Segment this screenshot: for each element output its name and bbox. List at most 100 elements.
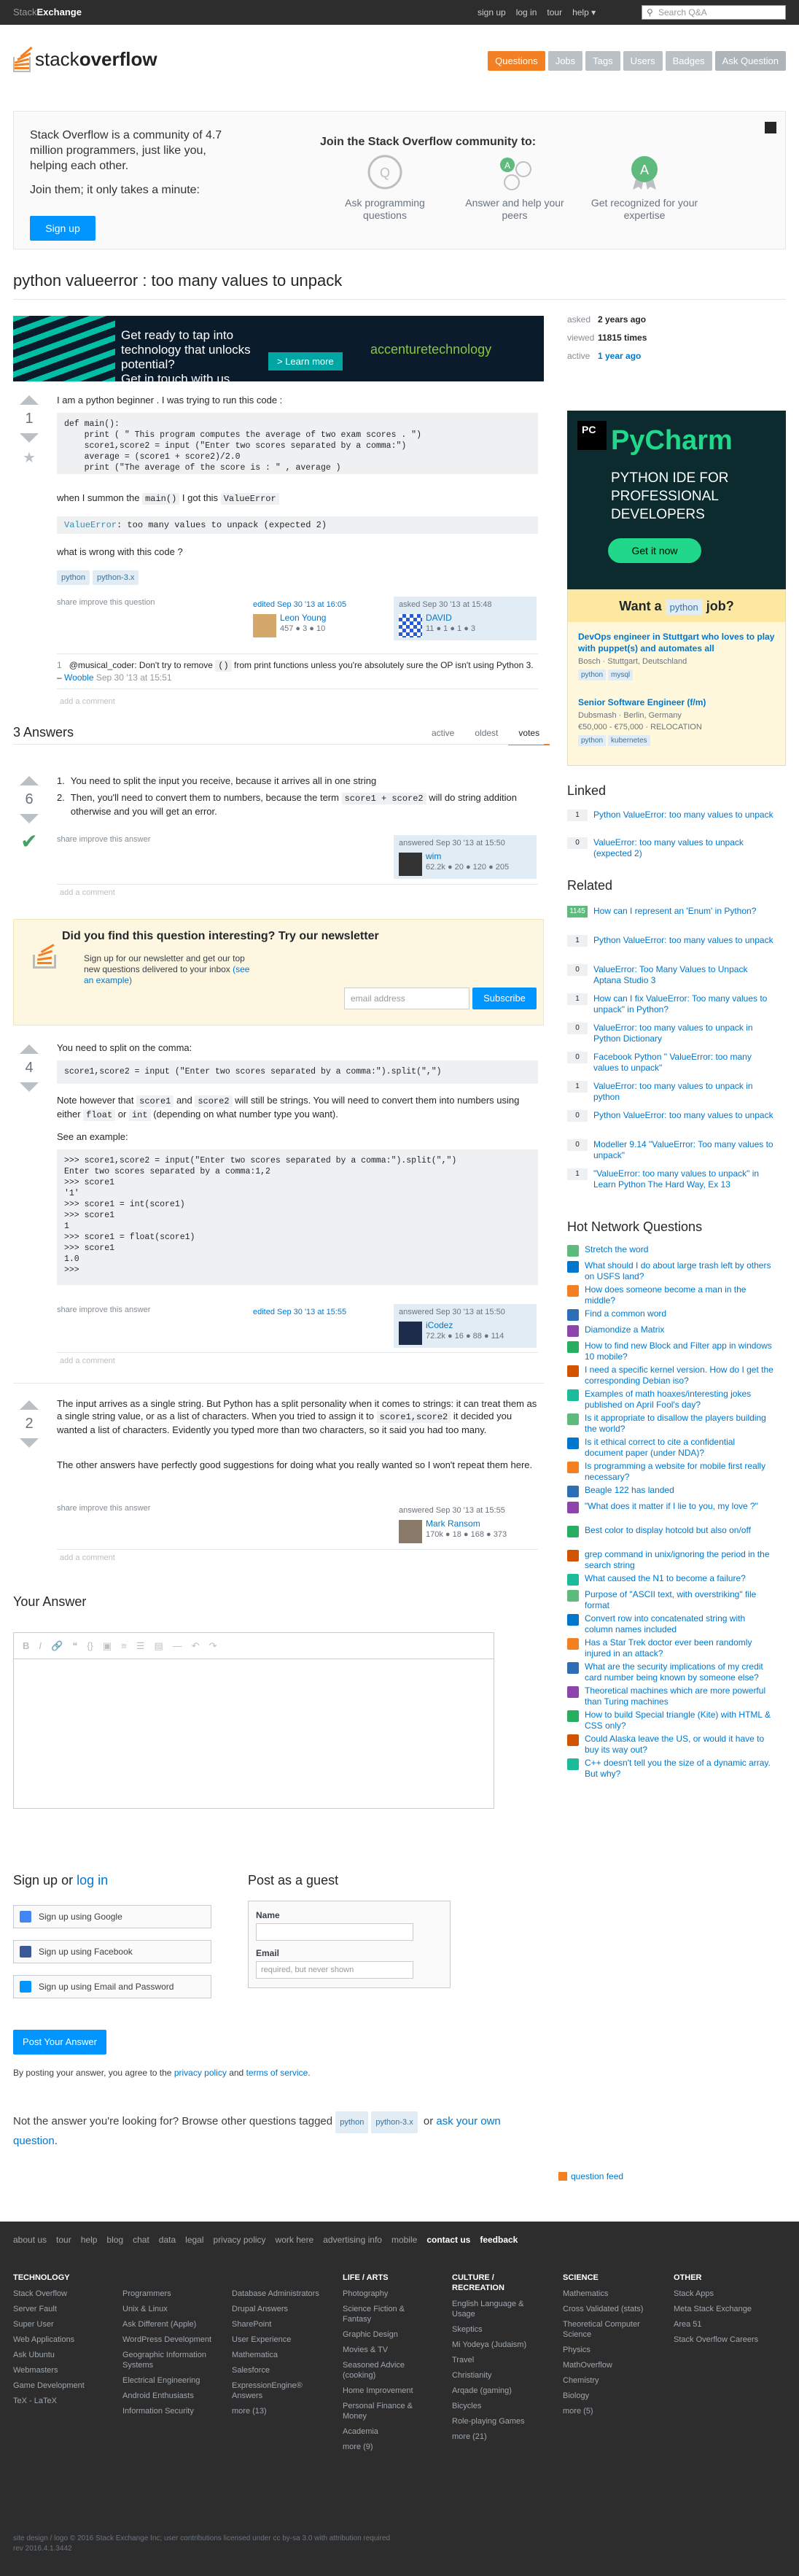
hot-question-title[interactable]: How to find new Block and Filter app in …: [585, 1341, 774, 1362]
footer-site-link[interactable]: TeX - LaTeX: [13, 2396, 85, 2406]
nav-ask-question[interactable]: Ask Question: [714, 51, 786, 71]
hot-question-title[interactable]: grep command in unix/ignoring the period…: [585, 1549, 774, 1571]
edited-time[interactable]: edited Sep 30 '13 at 16:05: [253, 600, 386, 609]
downvote-icon[interactable]: [20, 433, 39, 443]
footer-site-link[interactable]: Programmers: [122, 2289, 217, 2299]
stackoverflow-logo[interactable]: stackoverflow: [13, 46, 157, 72]
footer-site-link[interactable]: User Experience: [232, 2335, 319, 2345]
hot-question-title[interactable]: C++ doesn't tell you the size of a dynam…: [585, 1758, 774, 1780]
tag-python-3x[interactable]: python-3.x: [371, 2111, 418, 2133]
answer-editor[interactable]: B I 🔗 ❝ {} ▣ ≡ ☰ ▤ — ↶ ↷: [13, 1632, 494, 1809]
hot-question-title[interactable]: "What does it matter if I lie to you, my…: [585, 1501, 774, 1512]
footer-site-link[interactable]: Biology: [563, 2391, 650, 2401]
footer-site-link[interactable]: Chemistry: [563, 2375, 650, 2386]
hot-question-title[interactable]: Find a common word: [585, 1308, 774, 1319]
footer-site-link[interactable]: Physics: [563, 2345, 650, 2355]
avatar[interactable]: [399, 1520, 422, 1543]
banner-learn-more[interactable]: > Learn more: [268, 352, 343, 371]
footer-site-link[interactable]: Database Administrators: [232, 2289, 319, 2299]
footer-site-link[interactable]: Information Security: [122, 2406, 217, 2416]
footer-site-link[interactable]: Salesforce: [232, 2365, 319, 2375]
footer-site-link[interactable]: Skeptics: [452, 2324, 539, 2335]
newsletter-email-input[interactable]: email address: [344, 988, 469, 1009]
related-question-title[interactable]: Facebook Python " ValueError: too many v…: [593, 1052, 774, 1074]
footer-link[interactable]: mobile: [391, 2235, 417, 2245]
job-listing[interactable]: Senior Software Engineer (f/m) Dubsmash …: [578, 697, 779, 746]
footer-site-link[interactable]: Cross Validated (stats): [563, 2304, 650, 2314]
hr-icon[interactable]: —: [173, 1640, 182, 1651]
hot-question-title[interactable]: What are the security implications of my…: [585, 1661, 774, 1683]
footer-site-link[interactable]: Mathematics: [563, 2289, 650, 2299]
question-title[interactable]: python valueerror : too many values to u…: [13, 271, 342, 290]
hot-question-title[interactable]: Beagle 122 has landed: [585, 1485, 774, 1496]
avatar[interactable]: [399, 853, 422, 876]
pycharm-get-button[interactable]: Get it now: [608, 538, 701, 563]
unordered-list-icon[interactable]: ☰: [136, 1640, 145, 1652]
search-input[interactable]: ⚲ Search Q&A: [642, 5, 786, 20]
tab-active[interactable]: active: [421, 728, 464, 745]
footer-site-link[interactable]: Bicycles: [452, 2401, 539, 2411]
tos-link[interactable]: terms of service: [246, 2068, 308, 2078]
nav-questions[interactable]: Questions: [488, 51, 545, 71]
close-icon[interactable]: [765, 122, 776, 133]
hot-question-title[interactable]: How to build Special triangle (Kite) wit…: [585, 1710, 774, 1731]
hot-question-title[interactable]: Is programming a website for mobile firs…: [585, 1461, 774, 1483]
welcome-signup-button[interactable]: Sign up: [30, 216, 96, 241]
footer-site-link[interactable]: Academia: [343, 2426, 430, 2437]
heading-icon[interactable]: ▤: [154, 1640, 163, 1652]
footer-site-link[interactable]: Graphic Design: [343, 2329, 430, 2340]
footer-site-link[interactable]: Personal Finance & Money: [343, 2401, 430, 2421]
nav-users[interactable]: Users: [623, 51, 663, 71]
pycharm-ad[interactable]: PC PyCharm PYTHON IDE FOR PROFESSIONAL D…: [567, 411, 786, 593]
hot-question-title[interactable]: Has a Star Trek doctor ever been randoml…: [585, 1637, 774, 1659]
email-input[interactable]: required, but never shown: [256, 1961, 413, 1979]
ordered-list-icon[interactable]: ≡: [121, 1640, 127, 1651]
tag-python[interactable]: python: [335, 2111, 369, 2133]
active-value[interactable]: 1 year ago: [598, 350, 641, 362]
footer-site-link[interactable]: MathOverflow: [563, 2360, 650, 2370]
footer-site-link[interactable]: Arqade (gaming): [452, 2386, 539, 2396]
footer-link[interactable]: feedback: [480, 2235, 518, 2245]
footer-site-link[interactable]: Role-playing Games: [452, 2416, 539, 2426]
related-question-title[interactable]: How can I fix ValueError: Too many value…: [593, 993, 774, 1015]
link-icon[interactable]: 🔗: [51, 1640, 63, 1652]
hot-question-title[interactable]: Examples of math hoaxes/interesting joke…: [585, 1389, 774, 1411]
footer-site-link[interactable]: Stack Apps: [674, 2289, 776, 2299]
hot-question-title[interactable]: Is it ethical correct to cite a confiden…: [585, 1437, 774, 1459]
hot-question-title[interactable]: Diamondize a Matrix: [585, 1324, 774, 1335]
topnav-help-link[interactable]: help ▾: [572, 7, 596, 18]
footer-site-link[interactable]: Server Fault: [13, 2304, 85, 2314]
footer-site-link[interactable]: Stack Overflow Careers: [674, 2335, 776, 2345]
bold-icon[interactable]: B: [23, 1640, 29, 1651]
name-input[interactable]: [256, 1923, 413, 1941]
footer-site-link[interactable]: Seasoned Advice (cooking): [343, 2360, 430, 2381]
question-feed-link[interactable]: question feed: [558, 2171, 623, 2181]
comment-user[interactable]: Wooble: [64, 672, 93, 683]
footer-site-link[interactable]: Drupal Answers: [232, 2304, 319, 2314]
add-comment-link[interactable]: add a comment: [60, 888, 115, 897]
footer-site-link[interactable]: Super User: [13, 2319, 85, 2329]
footer-link[interactable]: help: [81, 2235, 98, 2245]
footer-site-link[interactable]: Geographic Information Systems: [122, 2350, 217, 2370]
footer-site-link[interactable]: Unix & Linux: [122, 2304, 217, 2314]
footer-site-link[interactable]: Christianity: [452, 2370, 539, 2381]
footer-site-link[interactable]: Ask Ubuntu: [13, 2350, 85, 2360]
footer-link[interactable]: blog: [106, 2235, 123, 2245]
hot-question-title[interactable]: How does someone become a man in the mid…: [585, 1284, 774, 1306]
question-post-menu[interactable]: share improve this question: [57, 598, 155, 607]
footer-site-link[interactable]: Travel: [452, 2355, 539, 2365]
footer-link[interactable]: data: [159, 2235, 176, 2245]
footer-site-link[interactable]: ExpressionEngine® Answers: [232, 2381, 319, 2401]
answer3-post-menu[interactable]: share improve this answer: [57, 1504, 150, 1513]
answer1-user[interactable]: wim: [426, 851, 441, 861]
avatar[interactable]: [399, 614, 422, 637]
quote-icon[interactable]: ❝: [72, 1640, 77, 1652]
footer-site-link[interactable]: more (9): [343, 2442, 430, 2452]
footer-site-link[interactable]: more (13): [232, 2406, 319, 2416]
redo-icon[interactable]: ↷: [209, 1640, 217, 1652]
hot-question-title[interactable]: Could Alaska leave the US, or would it h…: [585, 1734, 774, 1756]
topnav-tour-link[interactable]: tour: [547, 7, 562, 18]
footer-site-link[interactable]: Home Improvement: [343, 2386, 430, 2396]
hot-question-title[interactable]: I need a specific kernel version. How do…: [585, 1365, 774, 1386]
signup-google-button[interactable]: Sign up using Google: [13, 1905, 211, 1928]
